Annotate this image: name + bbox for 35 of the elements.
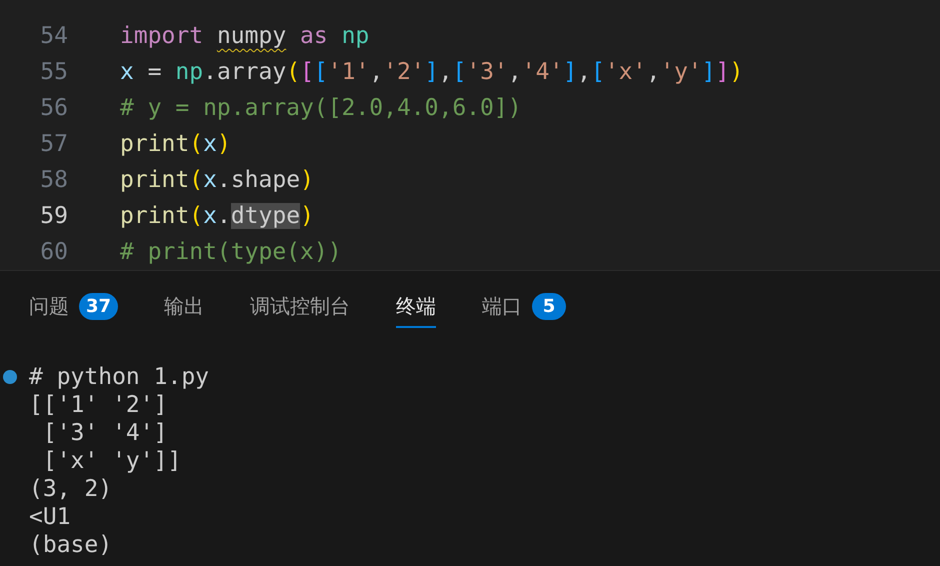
tab-label: 调试控制台 bbox=[250, 292, 350, 320]
panel-tab[interactable]: 端口 5 bbox=[482, 284, 566, 328]
code-editor[interactable]: 54 import numpy as np 55 x = np.array([['1','2'],['3','4'],['x','y']]) 56 # y = np.array([2.0,4.0,6.0]) 57 print(x) 58 print(x.shape) 59 print(x.dtype) 60 # print(type(x)) bbox=[0, 0, 940, 271]
terminal-line: (3, 2) bbox=[29, 476, 112, 502]
count-badge: 5 bbox=[532, 292, 566, 320]
tab-label: 问题 bbox=[29, 292, 69, 320]
code-line: print(x.shape) bbox=[120, 167, 314, 193]
line-number: 58 bbox=[39, 167, 68, 193]
code-line: import numpy as np bbox=[120, 23, 370, 49]
terminal-line: [['1' '2'] bbox=[29, 392, 168, 418]
tab-label: 终端 bbox=[396, 292, 436, 320]
code-line: # y = np.array([2.0,4.0,6.0]) bbox=[120, 95, 522, 121]
code-line: print(x) bbox=[120, 131, 231, 157]
line-number: 59 bbox=[39, 203, 68, 229]
code-line: print(x.dtype) bbox=[120, 203, 314, 229]
tab-label: 输出 bbox=[164, 292, 204, 320]
line-number: 55 bbox=[39, 59, 68, 85]
line-number: 54 bbox=[39, 23, 68, 49]
line-number: 57 bbox=[39, 131, 68, 157]
panel-tab[interactable]: 调试控制台 bbox=[250, 284, 350, 328]
panel-tab[interactable]: 问题 37 bbox=[29, 284, 118, 328]
command-status-icon[interactable] bbox=[3, 370, 17, 384]
terminal-line: ['x' 'y']] bbox=[42, 448, 182, 474]
terminal-line: <U1 bbox=[29, 504, 71, 530]
line-number: 60 bbox=[39, 239, 68, 265]
count-badge: 37 bbox=[79, 292, 118, 320]
terminal-line: (base) bbox=[29, 532, 112, 558]
panel-tab[interactable]: 输出 bbox=[164, 284, 204, 328]
line-number: 56 bbox=[39, 95, 68, 121]
panel-tab[interactable]: 终端 bbox=[396, 284, 436, 328]
tab-label: 端口 bbox=[482, 292, 522, 320]
terminal-line: ['3' '4'] bbox=[42, 420, 168, 446]
terminal-line: # python 1.py bbox=[29, 364, 210, 390]
code-line: # print(type(x)) bbox=[120, 239, 342, 265]
code-line: x = np.array([['1','2'],['3','4'],['x','y']]) bbox=[120, 59, 744, 85]
